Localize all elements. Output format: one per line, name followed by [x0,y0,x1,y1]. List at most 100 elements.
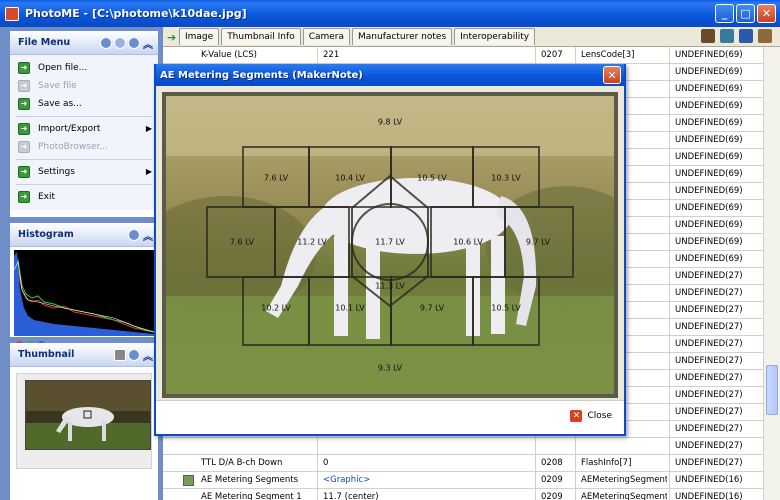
open-file-icon: ➜ [18,62,30,74]
histogram-header[interactable]: Histogram ︽ [10,223,158,247]
dialog-title: AE Metering Segments (MakerNote) [160,69,363,81]
table-cell-type: UNDEFINED(27) [675,458,743,468]
dialog-close-text-button[interactable]: ✕ Close [570,410,612,422]
app-icon [5,6,19,21]
save-as-icon: ➜ [18,98,30,110]
table-cell-type: UNDEFINED(69) [675,169,743,179]
table-cell-value: 221 [323,50,340,60]
table-cell-type: UNDEFINED(27) [675,373,743,383]
table-cell-key: AEMeteringSegments[ [581,492,667,500]
table-row[interactable]: AE Metering Segments <Graphic> 0209 AEMeter… [163,472,763,489]
menu-item-label: Import/Export [38,124,101,134]
menu-item-label: Save as... [38,99,82,109]
help-icon[interactable] [128,349,140,361]
settings-icon: ➜ [18,166,30,178]
tab-camera[interactable]: Camera [302,28,351,45]
menu-item-label: Open file... [38,63,88,73]
table-row[interactable]: TTL D/A B-ch Down 0 0208 FlashInfo[7] UNDEFI… [163,455,763,472]
window-controls: _ □ ✕ [715,4,776,23]
table-row[interactable]: K-Value (LCS) 221 0207 LensCode[3] UNDEFINED… [163,47,763,64]
table-cell-tag: 0209 [541,492,563,500]
minimize-button[interactable]: _ [715,4,734,23]
add-icon[interactable] [100,37,112,49]
menu-open-file[interactable]: ➜ Open file... [10,59,158,77]
tab-bar: ➔ Image Thumbnail Info Camera Manufactur… [163,27,780,47]
tab-thumbnail-info[interactable]: Thumbnail Info [221,28,301,45]
menu-import-export[interactable]: ➜ Import/Export ▶ [10,120,158,138]
minimize-icon: _ [721,7,728,20]
table-cell-tag: 0209 [541,475,563,485]
file-menu-header[interactable]: File Menu ︽ [10,31,158,55]
tools-icon[interactable] [758,29,772,43]
toolbar-icons [701,29,772,43]
help-icon[interactable] [128,229,140,241]
menu-settings[interactable]: ➜ Settings ▶ [10,163,158,181]
table-cell-type: UNDEFINED(27) [675,339,743,349]
close-window-button[interactable]: ✕ [757,4,776,23]
menu-separator [16,184,152,185]
close-icon: ✕ [570,410,583,422]
menu-save-as[interactable]: ➜ Save as... [10,95,158,113]
file-menu-panel: File Menu ︽ ➜ Open file... ➜ Save file ➜… [10,31,158,217]
menu-item-label: Settings [38,167,75,177]
menu-item-label: Exit [38,192,56,202]
navigate-arrow-icon[interactable]: ➔ [167,31,176,44]
vertical-scrollbar[interactable] [763,47,780,500]
segment-value: 9.8 LV [377,117,403,127]
menu-item-label: Save file [38,81,77,91]
thumbnail-frame [16,373,152,469]
table-cell-type: UNDEFINED(69) [675,84,743,94]
histogram-title: Histogram [18,229,74,240]
scrollbar-thumb[interactable] [766,365,778,415]
thumbnail-title: Thumbnail [18,349,75,360]
table-cell-value: 11.7 (center) [323,492,379,500]
file-menu-title: File Menu [18,37,71,48]
thumbnail-panel: Thumbnail ︽ [10,343,158,500]
thumbnail-image[interactable] [25,380,151,450]
image-icon[interactable] [720,29,734,43]
edit-icon[interactable] [739,29,753,43]
owl-icon[interactable] [701,29,715,43]
table-cell-type: UNDEFINED(69) [675,152,743,162]
tab-image[interactable]: Image [179,28,220,45]
segment-value: 11.7 LV [375,237,405,247]
tab-interoperability[interactable]: Interoperability [454,28,536,45]
segment-value: 11.2 LV [297,237,327,247]
segment-value: 10.4 LV [335,173,365,183]
maximize-icon: □ [740,7,751,20]
tab-manufacturer-notes[interactable]: Manufacturer notes [352,28,453,45]
help-icon[interactable] [128,37,140,49]
collapse-icon[interactable]: ︽ [143,36,153,51]
collapse-icon[interactable]: ︽ [143,348,153,363]
table-cell-type: UNDEFINED(69) [675,101,743,111]
table-cell-type: UNDEFINED(16) [675,492,743,500]
table-cell-type: UNDEFINED(27) [675,322,743,332]
close-label: Close [587,411,612,421]
segment-value: 11.3 LV [375,281,405,291]
table-cell-type: UNDEFINED(27) [675,356,743,366]
dialog-title-bar[interactable]: AE Metering Segments (MakerNote) [156,64,624,86]
menu-exit[interactable]: ➜ Exit [10,188,158,206]
table-cell-type: UNDEFINED(69) [675,67,743,77]
table-row[interactable]: UNDEFINED(27) [163,438,763,455]
left-pane: File Menu ︽ ➜ Open file... ➜ Save file ➜… [0,27,163,500]
table-cell-type: UNDEFINED(69) [675,220,743,230]
table-cell-type: UNDEFINED(69) [675,118,743,128]
table-row[interactable]: AE Metering Segment 1 11.7 (center) 0209 AE… [163,489,763,500]
table-cell-tag [537,438,573,455]
table-cell-type: UNDEFINED(69) [675,50,743,60]
segment-value: 9.3 LV [377,363,403,373]
dialog-close-button[interactable]: ✕ [603,66,621,84]
table-cell-type: UNDEFINED(27) [675,441,743,451]
search-icon[interactable] [114,37,126,49]
table-cell-type: UNDEFINED(69) [675,203,743,213]
menu-separator [16,159,152,160]
thumbnail-header[interactable]: Thumbnail ︽ [10,343,158,367]
metering-image-frame: 9.8 LV 7.6 LV 10.4 LV 10.5 LV 10.3 LV 7.… [162,92,618,398]
thumbnail-size-icon[interactable] [114,349,126,361]
table-cell-value[interactable]: <Graphic> [319,472,533,489]
maximize-button[interactable]: □ [736,4,755,23]
collapse-icon[interactable]: ︽ [143,228,153,243]
table-cell-name: TTL D/A B-ch Down [201,458,283,468]
title-bar[interactable]: PhotoME - [C:\photome\k10dae.jpg] _ □ ✕ [0,0,780,27]
